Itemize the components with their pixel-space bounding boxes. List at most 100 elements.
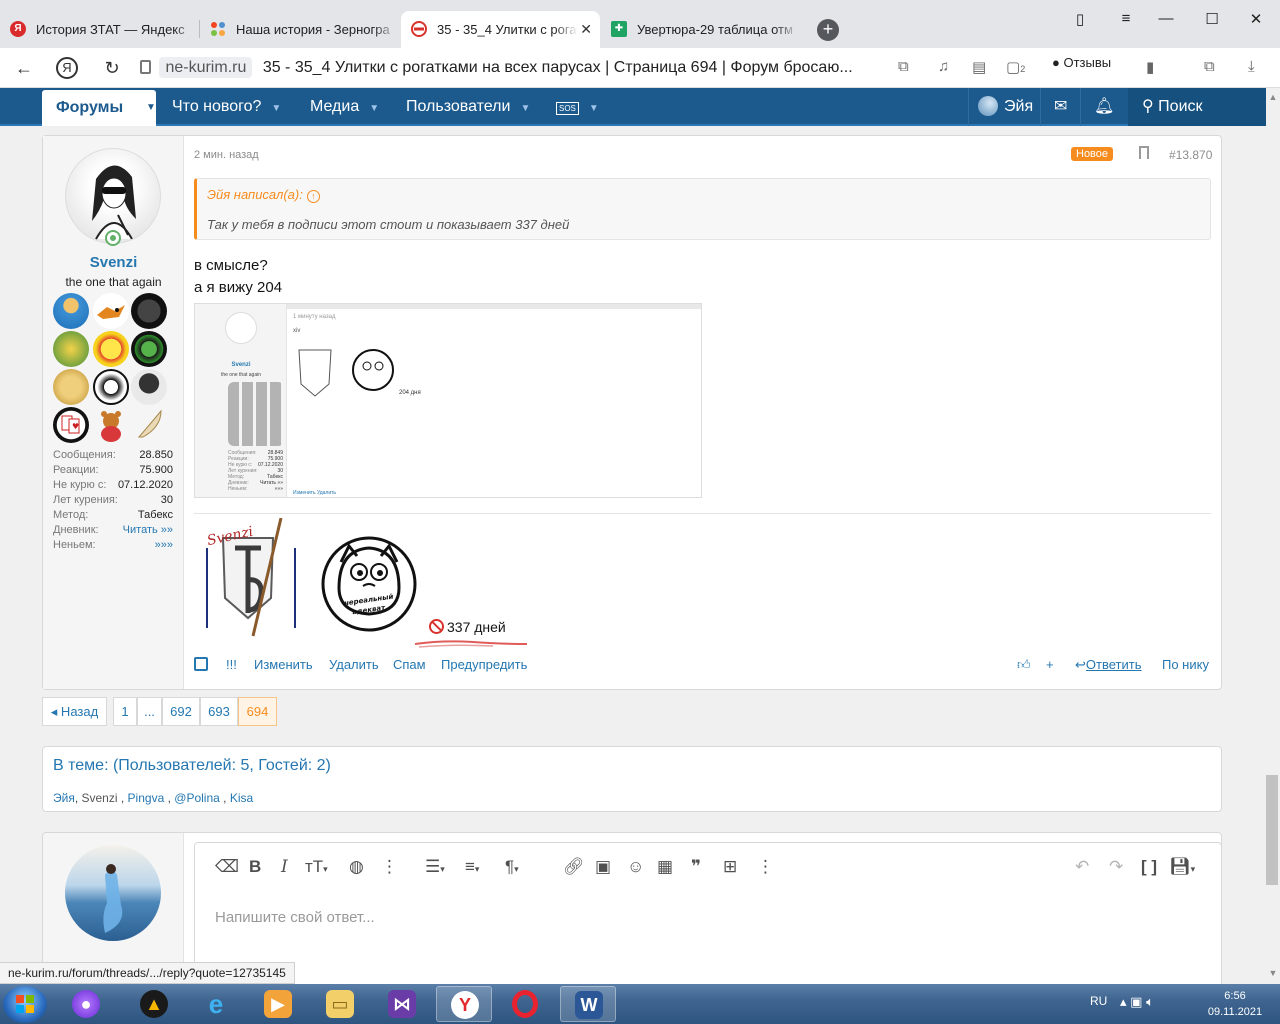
page-ellipsis[interactable]: ... (137, 697, 162, 726)
palette-icon[interactable]: ◍ (349, 857, 364, 877)
nav-media[interactable]: Медиа ▼ (310, 88, 379, 126)
edit-button[interactable]: Изменить (254, 657, 313, 672)
nav-account[interactable]: Эйя (978, 88, 1033, 126)
tab-snails-forum[interactable]: 35 - 35_4 Улитки с рога ✕ (401, 11, 600, 48)
arrow-up-circle-icon[interactable]: ↑ (306, 190, 320, 203)
reply-input-placeholder[interactable]: Напишите свой ответ... (215, 909, 375, 926)
maximize-icon[interactable]: ☐ (1202, 10, 1222, 28)
search-button[interactable]: ⚲ Поиск (1128, 88, 1266, 126)
redo-icon[interactable]: ↷ (1109, 857, 1123, 877)
chevron-down-icon[interactable]: ▼ (520, 103, 530, 114)
post-time[interactable]: 2 мин. назад (194, 149, 259, 161)
nav-sos[interactable]: SOS ▼ (556, 88, 599, 126)
chevron-down-icon[interactable]: ▼ (146, 90, 156, 126)
nenem-link[interactable]: »»» (155, 539, 173, 551)
nav-forums[interactable]: Форумы ▼ (42, 90, 156, 126)
quote-author[interactable]: Эйя написал(а): ↑ (207, 187, 320, 203)
viewer-link[interactable]: Эйя (53, 791, 75, 805)
chevron-down-icon[interactable]: ▼ (589, 103, 599, 114)
paragraph-icon[interactable]: ¶▾ (505, 857, 519, 879)
chevron-down-icon[interactable]: ▼ (271, 103, 281, 114)
taskbar-media-player[interactable]: ▶ (250, 986, 306, 1022)
more-vertical-icon[interactable]: ⋮ (757, 857, 774, 877)
drafts-icon[interactable]: 💾︎▾ (1169, 857, 1195, 879)
bookmarks-panel-icon[interactable]: ▯ (1070, 10, 1090, 28)
spam-button[interactable]: Спам (393, 657, 426, 672)
collections-icon[interactable]: ⧉ (1204, 58, 1215, 75)
viewer-link[interactable]: @Polina (174, 791, 220, 805)
award-detective-icon[interactable] (131, 369, 167, 405)
quote-icon[interactable]: ❞ (691, 857, 701, 877)
warn-button[interactable]: Предупредить (441, 657, 527, 672)
exclaim-button[interactable]: !!! (226, 657, 237, 672)
award-eye-icon[interactable] (131, 331, 167, 367)
reply-button[interactable]: ↩Ответить (1075, 657, 1141, 673)
image-icon[interactable]: ▣ (595, 857, 611, 877)
award-feather-icon[interactable] (131, 407, 167, 443)
viewer-link[interactable]: Kisa (230, 791, 253, 805)
plus-icon[interactable]: + (1046, 657, 1054, 672)
yandex-home-icon[interactable]: Я (56, 57, 78, 79)
headphones-icon[interactable]: ♫ (938, 58, 949, 75)
link-icon[interactable]: 🔗︎ (563, 857, 585, 877)
tab-our-history[interactable]: Наша история - Зерногра (200, 11, 398, 48)
url-field[interactable]: ne-kurim.ru 35 - 35_4 Улитки с рогатками… (140, 56, 853, 80)
award-user-icon[interactable] (53, 293, 89, 329)
bookmark-icon[interactable]: ▮ (1146, 58, 1154, 76)
page-link-694-current[interactable]: 694 (238, 697, 277, 726)
award-cards-icon[interactable]: ♥ (53, 407, 89, 443)
page-link-693[interactable]: 693 (200, 697, 238, 726)
tabs-count-icon[interactable]: ▢2 (1006, 58, 1025, 76)
bbcode-toggle-icon[interactable]: [ ] (1141, 857, 1157, 877)
start-button[interactable] (3, 986, 47, 1023)
language-indicator[interactable]: RU (1090, 994, 1107, 1008)
taskbar-opera[interactable] (498, 986, 554, 1022)
reader-icon[interactable]: ▤ (972, 58, 986, 76)
taskbar-clock[interactable]: 6:56 09.11.2021 (1196, 988, 1274, 1020)
tray-arrow-icon[interactable]: ▴ (1120, 994, 1127, 1009)
reviews-button[interactable]: ● Отзывы (1052, 55, 1111, 70)
attached-screenshot-image[interactable]: Svenzi the one that again Сообщения: 28.8… (194, 303, 702, 498)
nav-whats-new[interactable]: Что нового? ▼ (172, 88, 281, 126)
avatar[interactable] (65, 845, 161, 941)
award-stars-icon[interactable] (53, 369, 89, 405)
close-window-icon[interactable]: ✕ (1246, 10, 1266, 28)
text-size-icon[interactable]: тT▾ (305, 857, 328, 879)
media-icon[interactable]: ▦ (657, 857, 673, 877)
back-arrow-icon[interactable]: ← (12, 56, 36, 80)
post-number[interactable]: #13.870 (1169, 148, 1212, 162)
scroll-down-icon[interactable]: ▼ (1266, 968, 1280, 978)
network-icon[interactable]: ▣ (1130, 994, 1142, 1009)
eraser-icon[interactable]: ⌫ (215, 857, 239, 877)
viewer-link[interactable]: Svenzi (82, 791, 118, 805)
close-tab-icon[interactable]: ✕ (580, 11, 592, 48)
taskbar-vs[interactable]: ⋈ (374, 986, 430, 1022)
copy-icon[interactable]: ⧉ (898, 58, 909, 75)
taskbar-word[interactable]: W (560, 986, 616, 1022)
award-spy-icon[interactable] (131, 293, 167, 329)
menu-icon[interactable]: ≡ (1116, 10, 1136, 27)
scroll-up-icon[interactable]: ▲ (1266, 92, 1280, 102)
delete-button[interactable]: Удалить (329, 657, 379, 672)
smiley-icon[interactable]: ☺ (627, 857, 644, 877)
download-icon[interactable]: ⤓ (1248, 58, 1255, 75)
taskbar-yandex-browser[interactable]: Y (436, 986, 492, 1022)
reply-editor[interactable]: ⌫ B I тT▾ ◍ ⋮ ☰▾ ≡▾ ¶▾ 🔗︎ ▣ ☺ ▦ ❞ ⊞ ⋮ ↶ … (194, 842, 1221, 991)
award-hat-icon[interactable] (93, 369, 129, 405)
taskbar-aimp[interactable]: ▲ (126, 986, 182, 1022)
tab-history-ztat[interactable]: Я История ЗТАТ — Яндекс (0, 11, 198, 48)
award-sticker-icon[interactable] (93, 331, 129, 367)
post-author-name[interactable]: Svenzi (43, 254, 184, 271)
bookmark-icon[interactable] (1139, 146, 1149, 159)
prev-page-button[interactable]: ◂ Назад (42, 697, 107, 726)
select-post-checkbox[interactable] (194, 657, 208, 671)
inbox-icon[interactable]: ✉ (1054, 88, 1067, 126)
more-vertical-icon[interactable]: ⋮ (381, 857, 398, 877)
chevron-down-icon[interactable]: ▼ (369, 103, 379, 114)
page-link-692[interactable]: 692 (162, 697, 200, 726)
undo-icon[interactable]: ↶ (1075, 857, 1089, 877)
new-tab-button[interactable]: + (817, 19, 839, 41)
minimize-icon[interactable]: — (1156, 10, 1176, 27)
nav-users[interactable]: Пользователи ▼ (406, 88, 530, 126)
award-bear-icon[interactable] (93, 407, 129, 443)
